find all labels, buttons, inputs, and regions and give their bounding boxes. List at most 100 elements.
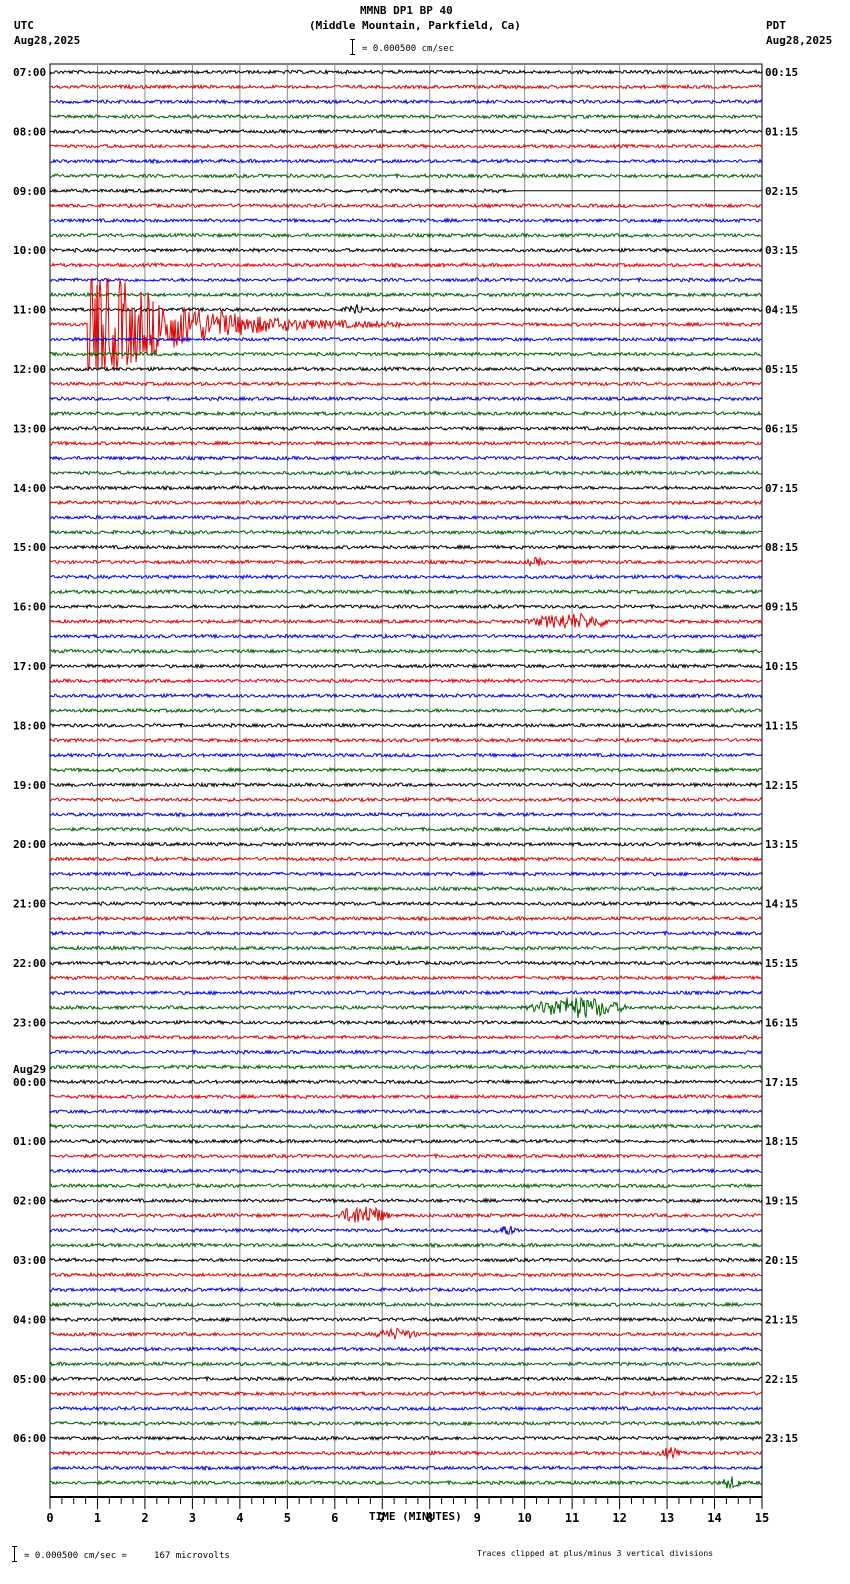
seismic-trace bbox=[49, 603, 763, 610]
seismic-trace bbox=[49, 1206, 763, 1223]
seismic-trace bbox=[49, 351, 763, 358]
x-tick-label: 12 bbox=[612, 1511, 626, 1525]
left-hour-label: 02:00 bbox=[13, 1195, 46, 1208]
seismic-trace bbox=[49, 1345, 763, 1353]
seismic-trace bbox=[49, 232, 763, 239]
seismic-trace bbox=[49, 1419, 763, 1427]
seismic-trace bbox=[49, 395, 763, 402]
seismic-trace bbox=[49, 1256, 763, 1264]
seismic-trace bbox=[49, 484, 763, 492]
left-hour-label: 05:00 bbox=[13, 1373, 46, 1386]
right-hour-label: 22:15 bbox=[765, 1373, 798, 1386]
seismic-trace bbox=[49, 469, 763, 477]
seismic-trace bbox=[49, 1182, 763, 1189]
right-hour-label: 20:15 bbox=[765, 1254, 798, 1267]
seismic-trace bbox=[49, 944, 763, 952]
seismic-trace bbox=[49, 707, 763, 714]
seismic-trace bbox=[49, 1019, 763, 1026]
seismic-trace bbox=[49, 632, 763, 640]
seismic-trace bbox=[49, 499, 763, 506]
seismic-trace bbox=[49, 930, 763, 937]
seismic-trace bbox=[49, 915, 763, 922]
seismic-trace bbox=[49, 98, 763, 105]
x-tick-label: 2 bbox=[141, 1511, 148, 1525]
seismic-trace bbox=[49, 410, 763, 417]
left-hour-label: 06:00 bbox=[13, 1432, 46, 1445]
right-hour-label: 12:15 bbox=[765, 779, 798, 792]
seismic-trace bbox=[49, 588, 763, 596]
seismic-trace bbox=[49, 365, 763, 373]
seismic-trace bbox=[49, 1093, 763, 1100]
seismic-trace bbox=[49, 1327, 763, 1340]
seismic-trace bbox=[49, 454, 763, 462]
left-hour-label: 10:00 bbox=[13, 244, 46, 257]
seismic-trace bbox=[49, 1360, 763, 1367]
seismic-trace bbox=[49, 113, 763, 120]
seismic-trace bbox=[49, 83, 763, 90]
seismic-trace bbox=[49, 217, 763, 224]
seismic-trace bbox=[49, 736, 763, 744]
seismic-trace bbox=[49, 261, 763, 269]
right-hour-label: 23:15 bbox=[765, 1432, 798, 1445]
left-hour-label: 14:00 bbox=[13, 482, 46, 495]
seismic-trace bbox=[49, 855, 763, 863]
seismic-trace bbox=[49, 870, 763, 878]
seismic-trace bbox=[49, 752, 763, 759]
x-tick-label: 0 bbox=[46, 1511, 53, 1525]
seismic-trace bbox=[49, 1447, 763, 1460]
x-tick-label: 5 bbox=[284, 1511, 291, 1525]
left-hour-label: 09:00 bbox=[13, 185, 46, 198]
seismic-trace bbox=[49, 68, 763, 76]
right-hour-label: 08:15 bbox=[765, 541, 798, 554]
x-tick-label: 11 bbox=[565, 1511, 579, 1525]
x-tick-label: 15 bbox=[755, 1511, 769, 1525]
right-hour-label: 06:15 bbox=[765, 422, 798, 435]
right-hour-label: 19:15 bbox=[765, 1195, 798, 1208]
seismic-trace bbox=[49, 1167, 763, 1175]
left-hour-label: 07:00 bbox=[13, 66, 46, 79]
right-hour-label: 09:15 bbox=[765, 601, 798, 614]
seismic-trace bbox=[49, 1301, 763, 1308]
seismic-trace bbox=[49, 573, 763, 581]
left-hour-label: 01:00 bbox=[13, 1135, 46, 1148]
seismic-trace bbox=[49, 1286, 763, 1293]
date-change-label: Aug29 bbox=[13, 1063, 46, 1076]
seismic-trace bbox=[49, 247, 763, 254]
seismic-trace bbox=[49, 1316, 763, 1323]
right-hour-label: 13:15 bbox=[765, 838, 798, 851]
right-hour-label: 04:15 bbox=[765, 304, 798, 317]
seismic-trace bbox=[49, 1390, 763, 1397]
seismic-trace bbox=[49, 1242, 763, 1249]
seismic-trace bbox=[49, 1464, 763, 1472]
seismic-trace bbox=[49, 885, 763, 892]
seismic-trace bbox=[49, 996, 763, 1019]
left-hour-label: 20:00 bbox=[13, 838, 46, 851]
seismic-trace bbox=[49, 677, 763, 685]
seismic-trace bbox=[49, 158, 763, 165]
right-hour-label: 11:15 bbox=[765, 719, 798, 732]
left-hour-label: 21:00 bbox=[13, 898, 46, 911]
right-hour-label: 07:15 bbox=[765, 482, 798, 495]
seismic-trace bbox=[49, 840, 763, 848]
seismic-trace bbox=[49, 1405, 763, 1412]
left-hour-label: 12:00 bbox=[13, 363, 46, 376]
seismic-trace bbox=[49, 128, 763, 135]
seismic-trace bbox=[49, 1225, 763, 1236]
seismic-trace bbox=[49, 692, 763, 700]
x-tick-label: 6 bbox=[331, 1511, 338, 1525]
x-tick-label: 14 bbox=[707, 1511, 721, 1525]
seismic-trace bbox=[49, 1123, 763, 1130]
left-hour-label: 08:00 bbox=[13, 125, 46, 138]
right-hour-label: 02:15 bbox=[765, 185, 798, 198]
seismic-trace bbox=[49, 1078, 763, 1085]
footer-scale-text: = 0.000500 cm/sec = 167 microvolts bbox=[24, 1551, 230, 1561]
seismic-trace bbox=[49, 662, 763, 670]
seismic-trace bbox=[49, 796, 763, 803]
seismic-trace bbox=[49, 766, 763, 774]
seismic-trace bbox=[49, 1152, 763, 1160]
plot-frame bbox=[49, 63, 763, 1498]
seismic-trace bbox=[49, 1108, 763, 1115]
right-hour-label: 00:15 bbox=[765, 66, 798, 79]
seismic-trace bbox=[49, 722, 763, 729]
right-hour-label: 10:15 bbox=[765, 660, 798, 673]
